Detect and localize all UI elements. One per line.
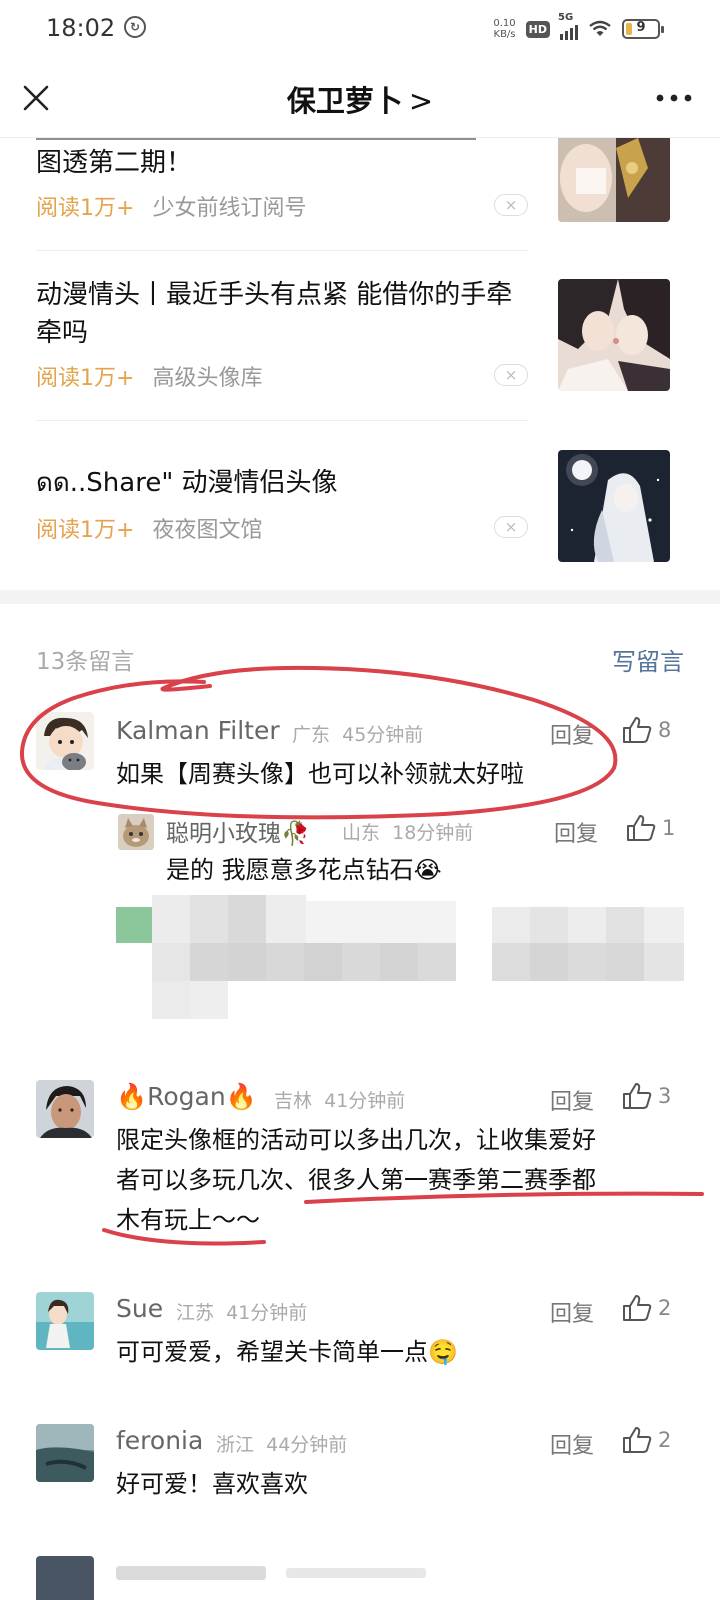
battery-level: 9 (636, 20, 646, 35)
article-thumbnail (558, 138, 670, 222)
article-meta: 阅读1万+ 高级头像库 (36, 360, 536, 392)
like-count: 8 (658, 718, 672, 742)
article-title: 图透第二期！ (36, 148, 193, 178)
article-reads: 阅读1万+ (36, 366, 135, 391)
like-count: 2 (658, 1296, 672, 1320)
cutoff-meta (286, 1568, 426, 1578)
comment-meta: 浙江 44分钟前 (216, 1430, 347, 1457)
thumbs-up-icon[interactable] (622, 716, 652, 744)
net-speed-unit: KB/s (493, 29, 516, 40)
reply-button[interactable]: 回复 (550, 1428, 594, 1460)
comment-text: 是的 我愿意多花点钻石😭 (166, 856, 442, 884)
status-indicators: 0.10 KB/s HD 5G 9 (493, 12, 664, 44)
reply-button[interactable]: 回复 (550, 1084, 594, 1116)
status-bar: 18:02 ↻ 0.10 KB/s HD 5G 9 (0, 0, 720, 58)
annotation-underline (102, 1191, 704, 1246)
battery-icon: 9 (622, 19, 664, 39)
avatar[interactable] (118, 814, 154, 850)
thumbs-up-icon[interactable] (622, 1294, 652, 1322)
avatar[interactable] (36, 1080, 94, 1138)
divider (36, 250, 528, 251)
like-count: 2 (658, 1428, 672, 1452)
comment-meta: 吉林 41分钟前 (274, 1086, 405, 1113)
comment-time: 41分钟前 (226, 1302, 308, 1324)
redacted-region (116, 895, 684, 1020)
article-source: 少女前线订阅号 (152, 196, 307, 221)
comment: feronia 浙江 44分钟前 回复 2 好可爱！喜欢喜欢 (36, 1424, 684, 1524)
chevron-right-icon: > (408, 84, 434, 118)
avatar[interactable] (36, 1424, 94, 1482)
net-speed: 0.10 KB/s (493, 18, 515, 40)
comment-time: 41分钟前 (324, 1090, 406, 1112)
divider (36, 420, 528, 421)
annotation-circle (19, 665, 618, 820)
like-count: 1 (662, 816, 676, 840)
comment-text: 可可爱爱，希望关卡简单一点🤤 (116, 1338, 458, 1366)
article-reads: 阅读1万+ (36, 518, 135, 543)
dismiss-icon[interactable]: × (494, 364, 528, 386)
comment-location: 吉林 (274, 1090, 313, 1112)
article-item[interactable]: 动漫情头丨最近手头有点紧 能借你的手牵牵吗 阅读1万+ 高级头像库 × (36, 276, 684, 396)
avatar[interactable] (36, 1556, 94, 1600)
comment-time: 44分钟前 (266, 1434, 348, 1456)
thumbs-up-icon[interactable] (622, 1082, 652, 1110)
comment-location: 江苏 (176, 1302, 215, 1324)
article-thumbnail (558, 450, 670, 562)
avatar[interactable] (36, 1292, 94, 1350)
comment-time: 18分钟前 (392, 822, 474, 844)
hd-badge: HD (525, 20, 550, 38)
comment: Sue 江苏 41分钟前 回复 2 可可爱爱，希望关卡简单一点🤤 (36, 1292, 684, 1392)
sync-icon: ↻ (124, 16, 146, 38)
article-reads: 阅读1万+ (36, 196, 135, 221)
article-item[interactable]: 图透第二期！ 阅读1万+ 少女前线订阅号 × (36, 138, 684, 250)
thumbs-up-icon[interactable] (622, 1426, 652, 1454)
nav-bar: 保卫萝卜 > (0, 58, 720, 138)
article-source: 夜夜图文馆 (152, 518, 263, 543)
comment-author[interactable]: Sue (116, 1294, 163, 1323)
reply-button[interactable]: 回复 (550, 1296, 594, 1328)
like-count: 3 (658, 1084, 672, 1108)
status-time: 18:02 (46, 14, 116, 42)
reply-button[interactable]: 回复 (554, 816, 598, 848)
comment-location: 浙江 (216, 1434, 255, 1456)
more-dots-icon[interactable] (652, 84, 696, 112)
cutoff-name (116, 1566, 266, 1580)
dismiss-icon[interactable]: × (494, 516, 528, 538)
nav-title[interactable]: 保卫萝卜 > (0, 78, 720, 120)
section-gap (0, 590, 720, 604)
article-source: 高级头像库 (152, 366, 263, 391)
comment-meta: 江苏 41分钟前 (176, 1298, 307, 1325)
dismiss-icon[interactable]: × (494, 194, 528, 216)
wifi-icon (589, 20, 611, 36)
comment-author[interactable]: feronia (116, 1426, 203, 1455)
thumbs-up-icon[interactable] (626, 814, 656, 842)
article-meta: 阅读1万+ 夜夜图文馆 (36, 512, 536, 544)
article-item[interactable]: ดด..Share" 动漫情侣头像 阅读1万+ 夜夜图文馆 × (36, 448, 684, 568)
article-title: ดด..Share" 动漫情侣头像 (36, 468, 338, 498)
comment-location: 山东 (342, 822, 381, 844)
comment-text: 好可爱！喜欢喜欢 (116, 1470, 308, 1498)
comment-author[interactable]: 聪明小玫瑰🥀 (166, 814, 310, 848)
article-thumbnail (558, 279, 670, 391)
comment-reply: 聪明小玫瑰🥀 山东 18分钟前 回复 1 是的 我愿意多花点钻石😭 (36, 812, 684, 884)
comment-cutoff (36, 1556, 684, 1600)
comment-meta: 山东 18分钟前 (342, 818, 473, 845)
net-speed-value: 0.10 (493, 18, 516, 29)
comment-text-line: 限定头像框的活动可以多出几次，让收集爱好 (116, 1126, 596, 1154)
article-title: 动漫情头丨最近手头有点紧 能借你的手牵牵吗 (36, 280, 513, 348)
signal-icon: 5G (558, 12, 578, 40)
nav-title-text: 保卫萝卜 (286, 84, 403, 118)
network-label: 5G (558, 12, 574, 23)
article-meta: 阅读1万+ 少女前线订阅号 (36, 190, 536, 222)
comment-author[interactable]: 🔥Rogan🔥 (116, 1082, 257, 1112)
